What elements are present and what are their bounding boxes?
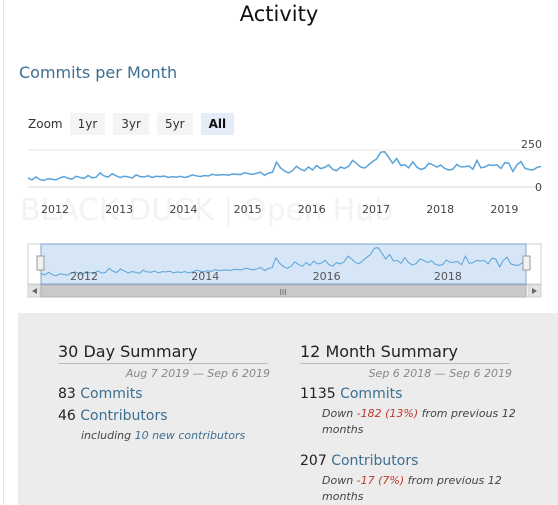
navigator-tick-label: 2012: [70, 270, 98, 283]
navigator-tick-label: 2018: [434, 270, 462, 283]
contributors-change-note: Down -17 (7%) from previous 12 months: [322, 473, 502, 505]
y-tick-0: 0: [535, 181, 542, 194]
change-suffix: from previous 12: [418, 407, 516, 420]
commits-chart: BLACK DUCK | Open Hub 2012 2013 2014 2015 20…: [20, 138, 542, 298]
x-tick-label: 2013: [105, 203, 133, 216]
main-series: [27, 151, 542, 182]
summary-30-commits: 83 Commits: [58, 386, 143, 402]
x-tick-label: 2019: [490, 203, 518, 216]
page-title: Activity: [239, 2, 319, 26]
contributors-link[interactable]: Contributors: [80, 408, 167, 424]
summary-12-commits: 1135 Commits: [300, 386, 402, 402]
new-contributors-note: including 10 new contributors: [81, 428, 245, 444]
change-suffix-line2: months: [322, 490, 364, 503]
change-value: -182 (13%): [356, 407, 419, 420]
new-contributors-prefix: including: [81, 429, 135, 442]
zoom-label: Zoom: [28, 117, 63, 131]
x-tick-label: 2014: [169, 203, 197, 216]
commits-line: [27, 151, 542, 182]
new-contributors-link[interactable]: 10 new contributors: [135, 429, 246, 442]
watermark: BLACK DUCK | Open Hub: [20, 193, 393, 228]
x-tick-label: 2018: [426, 203, 454, 216]
change-suffix: from previous 12: [404, 474, 502, 487]
x-tick-label: 2012: [41, 203, 69, 216]
commits-change-note: Down -182 (13%) from previous 12 months: [322, 406, 516, 438]
contributors-count: 207: [300, 453, 327, 469]
scrollbar-grip-icon: III: [279, 288, 286, 297]
y-tick-250: 250: [521, 138, 542, 151]
summary-12-range: Sep 6 2018 — Sep 6 2019: [368, 367, 512, 380]
navigator-tick-label: 2016: [313, 270, 341, 283]
summary-30-range: Aug 7 2019 — Sep 6 2019: [125, 367, 270, 380]
summary-30-contributors: 46 Contributors: [58, 408, 168, 424]
summary-12-heading: 12 Month Summary: [300, 342, 510, 364]
commits-link[interactable]: Commits: [340, 386, 402, 402]
change-prefix: Down: [322, 407, 357, 420]
navigator-right-handle[interactable]: [522, 255, 531, 271]
x-tick-label: 2015: [234, 203, 262, 216]
commits-count: 1135: [300, 386, 336, 402]
change-prefix: Down: [322, 474, 357, 487]
commits-count: 83: [58, 386, 76, 402]
contributors-count: 46: [58, 408, 76, 424]
chart-title: Commits per Month: [19, 63, 178, 82]
commits-link[interactable]: Commits: [80, 386, 142, 402]
contributors-link[interactable]: Contributors: [331, 453, 418, 469]
navigator-tick-label: 2014: [191, 270, 219, 283]
summary-30-heading: 30 Day Summary: [58, 342, 268, 364]
change-value: -17 (7%): [356, 474, 405, 487]
navigator-left-handle[interactable]: [36, 255, 45, 271]
summary-12-contributors: 207 Contributors: [300, 453, 418, 469]
x-tick-label: 2017: [362, 203, 390, 216]
x-tick-label: 2016: [298, 203, 326, 216]
change-suffix-line2: months: [322, 423, 364, 436]
